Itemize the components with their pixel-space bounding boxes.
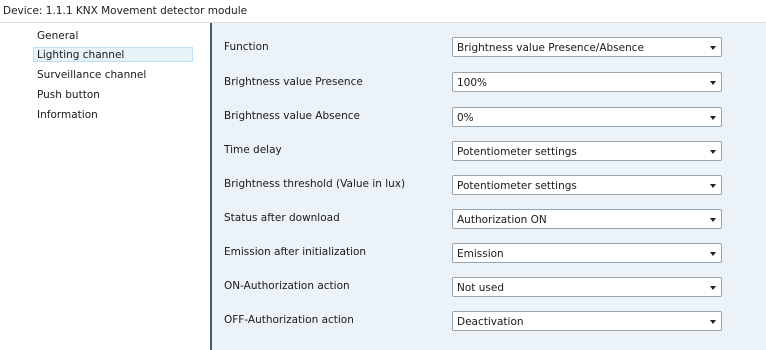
param-label-on-authorization: ON-Authorization action xyxy=(224,280,350,292)
brightness-absence-dropdown[interactable]: 0% xyxy=(452,107,722,127)
param-label-brightness-presence: Brightness value Presence xyxy=(224,76,363,88)
chevron-down-icon xyxy=(710,46,716,50)
on-authorization-value: Not used xyxy=(457,282,504,294)
function-value: Brightness value Presence/Absence xyxy=(457,42,645,54)
function-dropdown[interactable]: Brightness value Presence/Absence xyxy=(452,37,722,57)
brightness-presence-value: 100% xyxy=(457,77,488,89)
emission-after-init-value: Emission xyxy=(457,248,504,260)
time-delay-value: Potentiometer settings xyxy=(457,146,577,158)
device-title: Device: 1.1.1 KNX Movement detector modu… xyxy=(3,5,248,17)
brightness-threshold-value: Potentiometer settings xyxy=(457,180,577,192)
time-delay-dropdown[interactable]: Potentiometer settings xyxy=(452,141,722,161)
off-authorization-dropdown[interactable]: Deactivation xyxy=(452,311,722,331)
sidebar-item-information[interactable]: Information xyxy=(33,108,102,123)
param-label-off-authorization: OFF-Authorization action xyxy=(224,314,354,326)
chevron-down-icon xyxy=(710,81,716,85)
emission-after-init-dropdown[interactable]: Emission xyxy=(452,243,722,263)
chevron-down-icon xyxy=(710,150,716,154)
param-label-emission-after-init: Emission after initialization xyxy=(224,246,367,258)
chevron-down-icon xyxy=(710,218,716,222)
title-bar: Device: 1.1.1 KNX Movement detector modu… xyxy=(0,0,766,23)
brightness-threshold-dropdown[interactable]: Potentiometer settings xyxy=(452,175,722,195)
param-label-brightness-threshold: Brightness threshold (Value in lux) xyxy=(224,178,406,190)
status-after-download-value: Authorization ON xyxy=(457,214,547,226)
sidebar-nav: General Lighting channel Surveillance ch… xyxy=(0,23,210,350)
brightness-absence-value: 0% xyxy=(457,112,474,124)
chevron-down-icon xyxy=(710,116,716,120)
param-label-brightness-absence: Brightness value Absence xyxy=(224,110,360,122)
chevron-down-icon xyxy=(710,252,716,256)
param-label-status-after-download: Status after download xyxy=(224,212,340,224)
off-authorization-value: Deactivation xyxy=(457,316,524,328)
param-label-function: Function xyxy=(224,41,269,53)
param-label-time-delay: Time delay xyxy=(224,144,282,156)
sidebar-item-push-button[interactable]: Push button xyxy=(33,88,104,103)
brightness-presence-dropdown[interactable]: 100% xyxy=(452,72,722,92)
chevron-down-icon xyxy=(710,320,716,324)
sidebar-item-lighting-channel[interactable]: Lighting channel xyxy=(33,47,193,62)
chevron-down-icon xyxy=(710,286,716,290)
sidebar-item-surveillance-channel[interactable]: Surveillance channel xyxy=(33,68,150,83)
sidebar-item-general[interactable]: General xyxy=(33,29,82,44)
parameter-panel: Function Brightness value Presence/Absen… xyxy=(212,23,766,350)
on-authorization-dropdown[interactable]: Not used xyxy=(452,277,722,297)
chevron-down-icon xyxy=(710,184,716,188)
status-after-download-dropdown[interactable]: Authorization ON xyxy=(452,209,722,229)
